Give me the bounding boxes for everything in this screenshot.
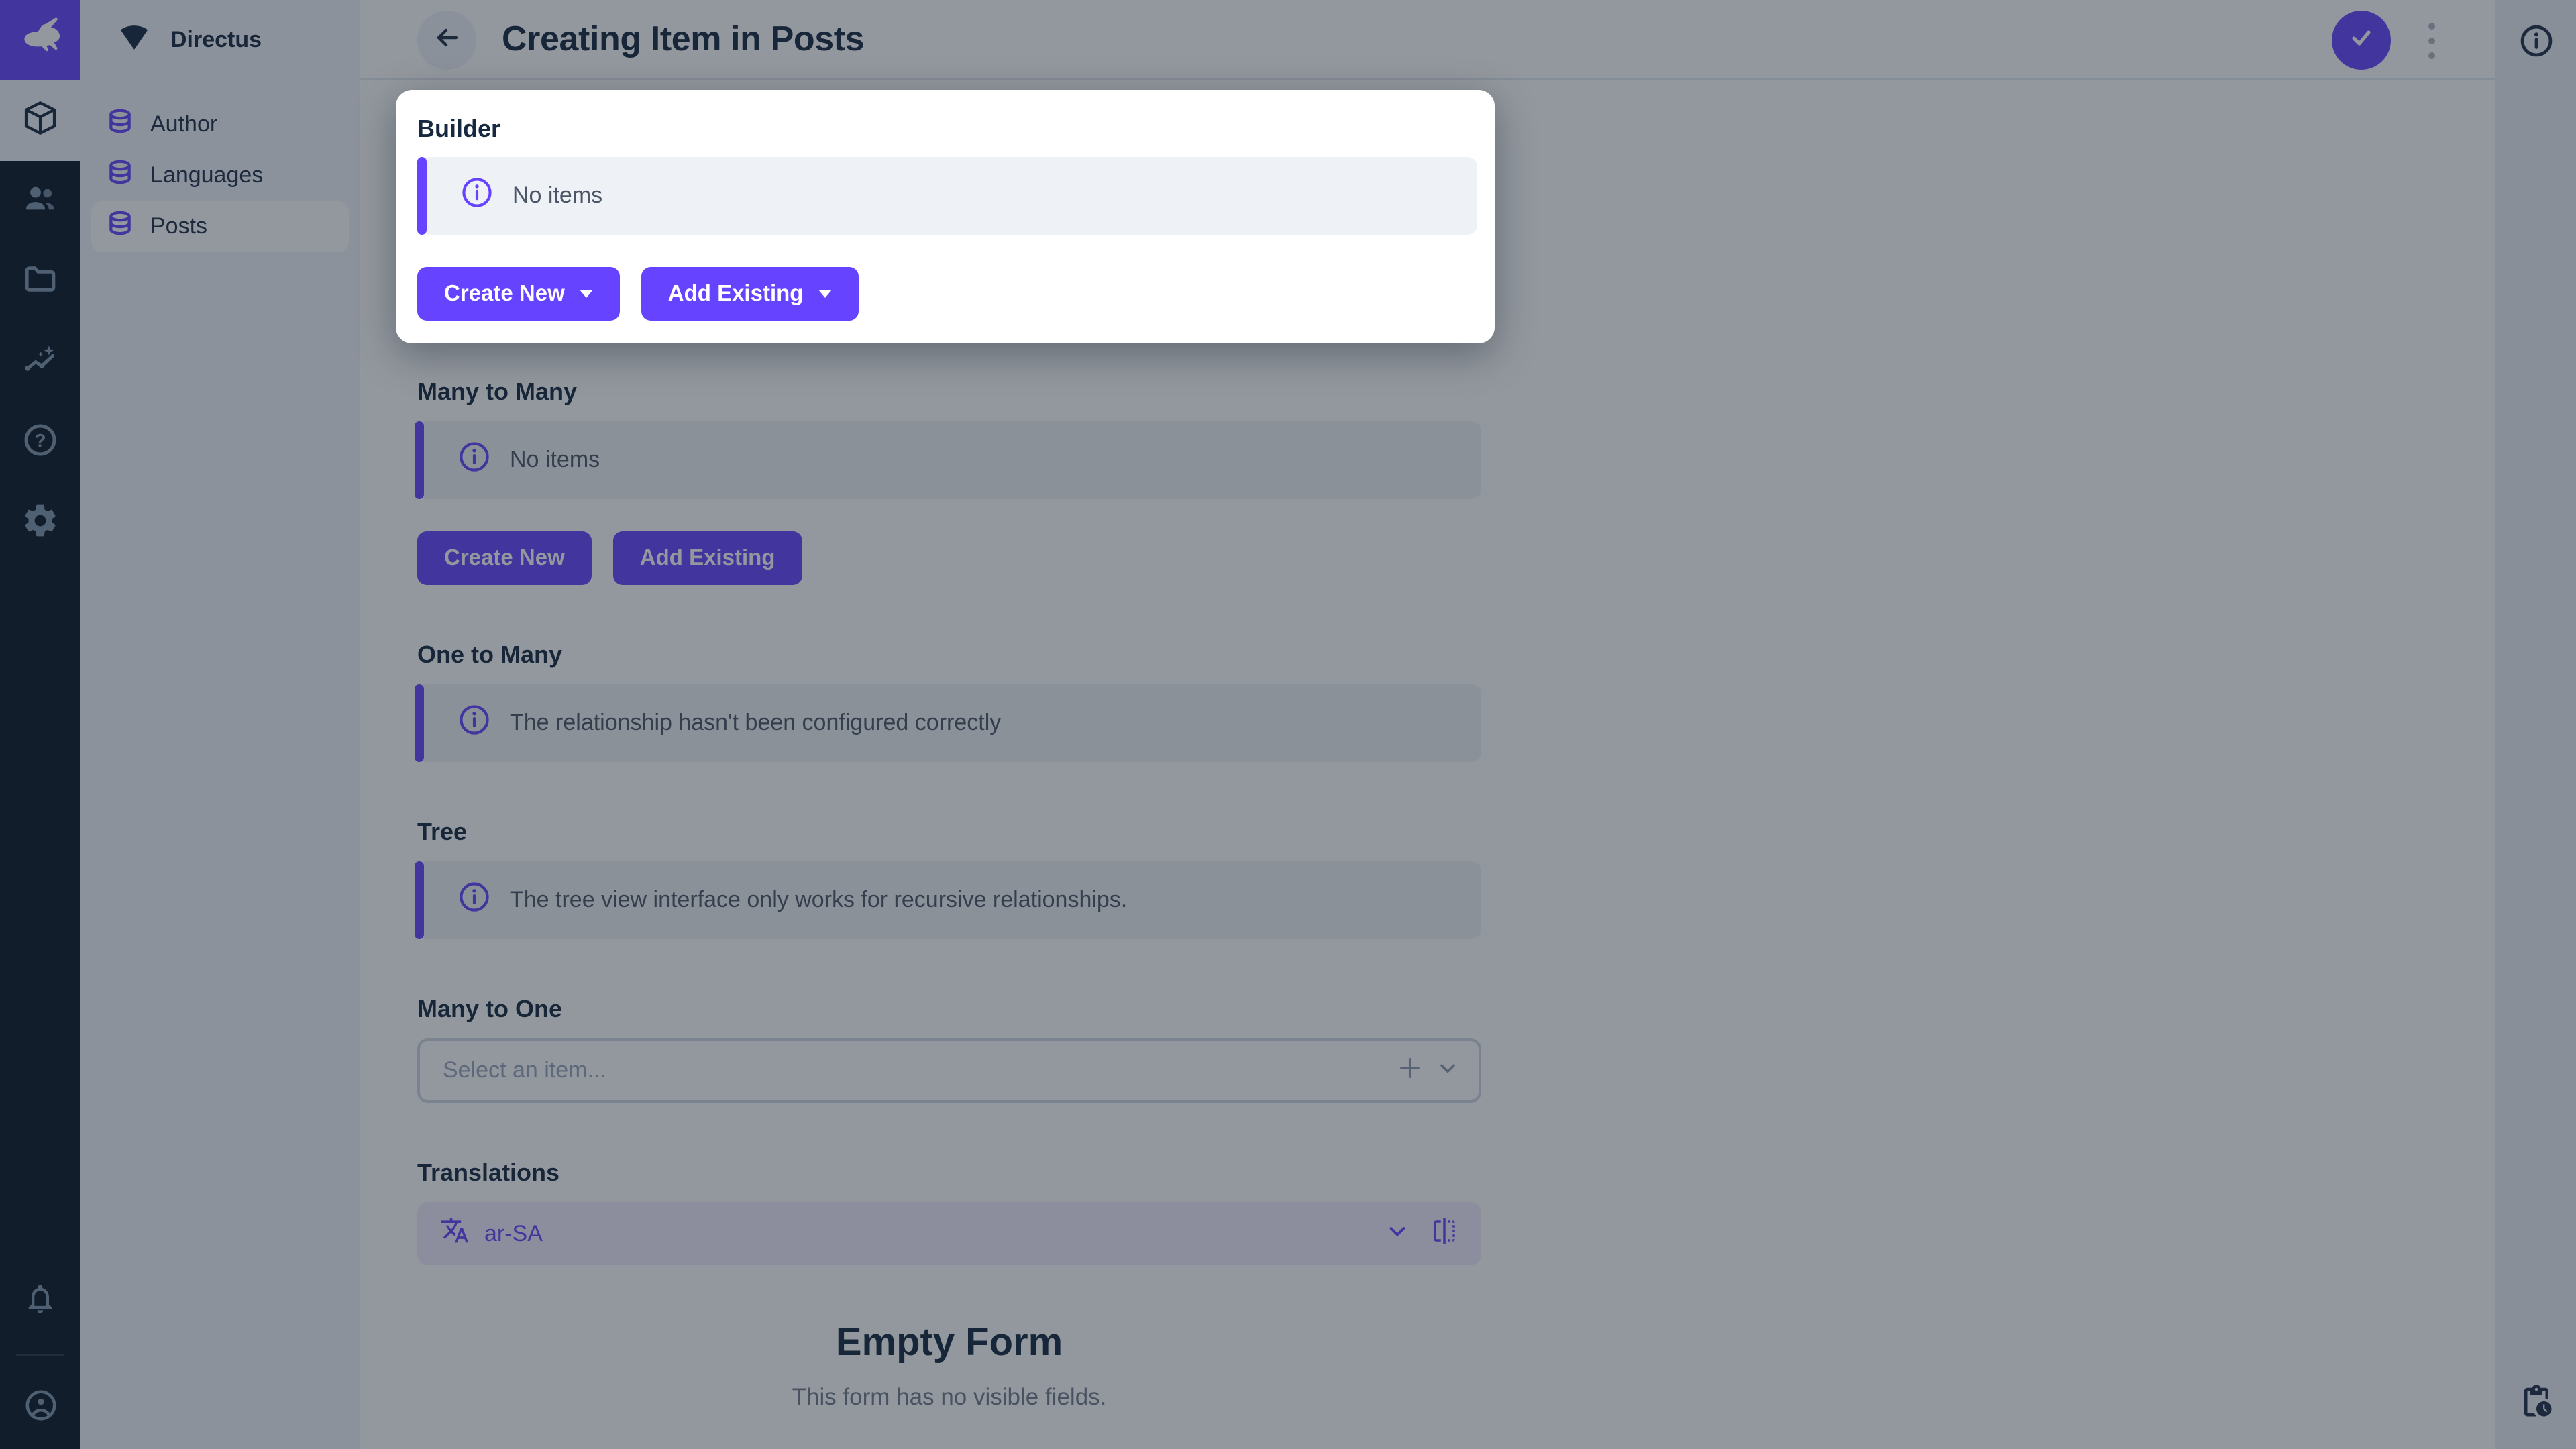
add-existing-dropdown-button[interactable]: Add Existing [641,267,859,321]
info-circle-icon [460,176,494,216]
field-label: Builder [417,115,1477,144]
builder-spotlight-card: Builder No items Create New Add Existing [396,90,1495,343]
app-root: ? Directus [0,0,2576,1449]
builder-actions: Create New Add Existing [417,267,1477,321]
add-existing-label: Add Existing [668,281,804,307]
create-new-dropdown-button[interactable]: Create New [417,267,620,321]
create-new-label: Create New [444,281,565,307]
caret-down-icon [818,290,831,298]
notice-text: No items [513,182,602,209]
no-items-notice: No items [420,157,1477,235]
caret-down-icon [580,290,593,298]
